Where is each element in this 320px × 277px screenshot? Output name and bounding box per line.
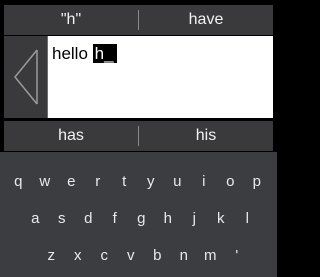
current-word-highlight: h_ — [92, 44, 117, 63]
smartwatch-keyboard-screen: "h" have hello h_ has his q w e r t y u … — [0, 0, 277, 277]
key-e[interactable]: e — [58, 168, 85, 194]
keyboard-row-1: q w e r t y u i o p — [5, 168, 270, 194]
keyboard-row-2: a s d f g h j k l — [22, 205, 261, 231]
key-q[interactable]: q — [5, 168, 32, 194]
text-editor-row: hello h_ — [4, 36, 273, 118]
key-m[interactable]: m — [197, 242, 224, 268]
keyboard: q w e r t y u i o p a s d f g h j k l z … — [0, 152, 277, 277]
key-v[interactable]: v — [118, 242, 145, 268]
suggestion-bar-bottom: has his — [4, 121, 273, 151]
key-a[interactable]: a — [22, 205, 49, 231]
suggestion-has[interactable]: has — [4, 121, 138, 151]
key-s[interactable]: s — [49, 205, 76, 231]
key-l[interactable]: l — [234, 205, 261, 231]
key-p[interactable]: p — [244, 168, 271, 194]
key-g[interactable]: g — [128, 205, 155, 231]
text-content: hello h_ — [52, 44, 117, 64]
key-o[interactable]: o — [217, 168, 244, 194]
key-j[interactable]: j — [181, 205, 208, 231]
left-triangle-icon — [13, 49, 38, 105]
typed-text: hello — [52, 44, 93, 63]
key-apostrophe[interactable]: ' — [224, 242, 251, 268]
key-z[interactable]: z — [38, 242, 65, 268]
back-button[interactable] — [4, 36, 48, 118]
suggestion-bar-top: "h" have — [4, 5, 273, 35]
key-i[interactable]: i — [191, 168, 218, 194]
key-r[interactable]: r — [85, 168, 112, 194]
keyboard-row-3: z x c v b n m ' — [38, 242, 250, 268]
key-w[interactable]: w — [32, 168, 59, 194]
key-f[interactable]: f — [102, 205, 129, 231]
key-x[interactable]: x — [65, 242, 92, 268]
key-d[interactable]: d — [75, 205, 102, 231]
key-h[interactable]: h — [155, 205, 182, 231]
key-b[interactable]: b — [144, 242, 171, 268]
suggestion-his[interactable]: his — [139, 121, 273, 151]
key-t[interactable]: t — [111, 168, 138, 194]
suggestion-have[interactable]: have — [139, 5, 273, 35]
key-c[interactable]: c — [91, 242, 118, 268]
key-n[interactable]: n — [171, 242, 198, 268]
key-y[interactable]: y — [138, 168, 165, 194]
key-u[interactable]: u — [164, 168, 191, 194]
suggestion-literal[interactable]: "h" — [4, 5, 138, 35]
text-input-area[interactable]: hello h_ — [48, 36, 273, 118]
key-k[interactable]: k — [208, 205, 235, 231]
